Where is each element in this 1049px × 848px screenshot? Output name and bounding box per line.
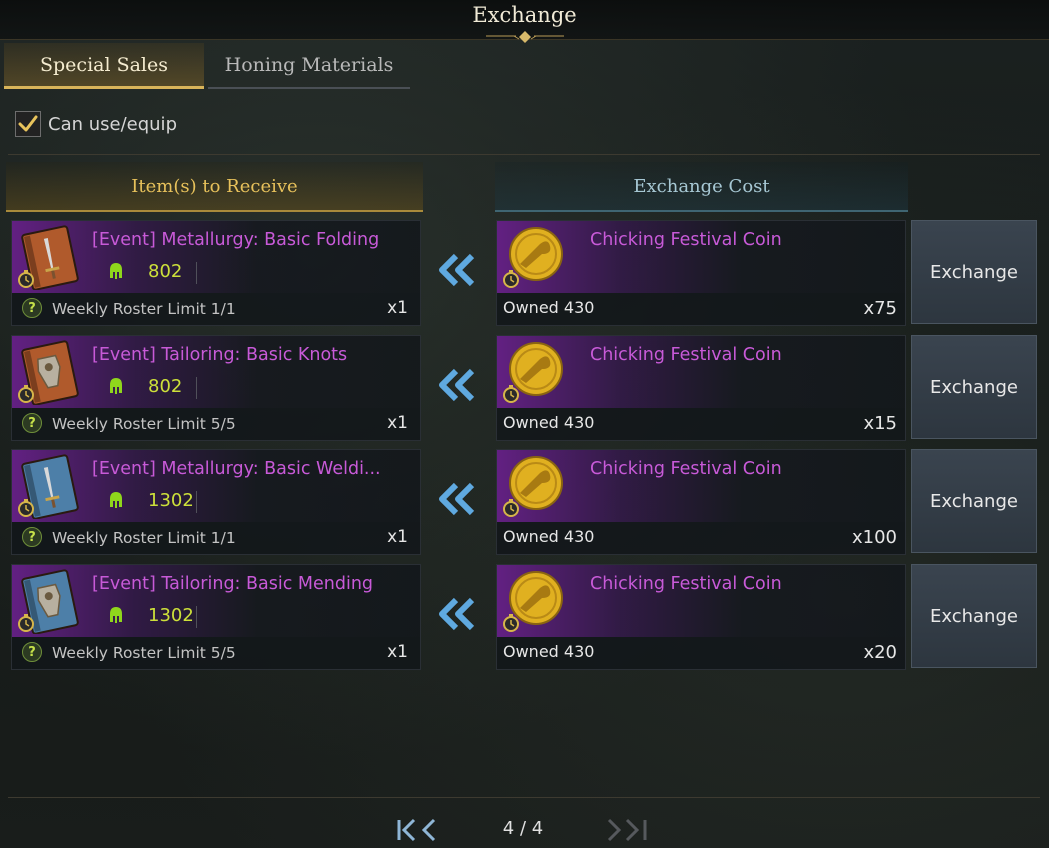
book-armor-icon [15, 568, 81, 635]
receive-quantity: x1 [387, 298, 408, 318]
cost-quantity: x100 [851, 527, 897, 548]
item-level: 802 [148, 376, 183, 397]
receive-quantity: x1 [387, 413, 408, 433]
divider [196, 262, 197, 284]
divider [196, 377, 197, 399]
currency-name: Chicking Festival Coin [590, 574, 782, 594]
item-level-icon [106, 490, 126, 510]
can-use-checkbox[interactable] [15, 111, 41, 137]
checkmark-icon [18, 115, 38, 132]
roster-limit: Weekly Roster Limit 5/5 [52, 415, 236, 433]
book-armor-icon [15, 339, 81, 406]
last-page-icon[interactable] [605, 815, 651, 845]
cost-quantity: x15 [863, 413, 897, 434]
item-level-icon [106, 376, 126, 396]
cost-item-card[interactable]: Chicking Festival Coin Owned 430 x15 [496, 335, 906, 441]
book-sword-icon [15, 224, 81, 291]
gold-coin-icon [500, 224, 566, 290]
cost-quantity: x75 [863, 298, 897, 319]
cost-item-card[interactable]: Chicking Festival Coin Owned 430 x100 [496, 449, 906, 555]
double-chevron-left-icon [436, 367, 478, 403]
receive-quantity: x1 [387, 642, 408, 662]
item-name: [Event] Tailoring: Basic Knots [92, 345, 348, 365]
exchange-row: [Event] Tailoring: Basic Knots 802? Weekly… [0, 335, 1049, 441]
page-indicator: 4 / 4 [502, 818, 544, 839]
gold-coin-icon [500, 339, 566, 405]
tab-honing-materials[interactable]: Honing Materials [208, 43, 410, 89]
receive-item-card[interactable]: [Event] Metallurgy: Basic Folding 802? Wee… [11, 220, 421, 326]
item-level-icon [106, 261, 126, 281]
divider [196, 606, 197, 628]
first-page-icon[interactable] [396, 815, 440, 845]
book-sword-icon [15, 453, 81, 520]
cost-item-card[interactable]: Chicking Festival Coin Owned 430 x20 [496, 564, 906, 670]
can-use-label: Can use/equip [48, 113, 177, 135]
tab-special-sales[interactable]: Special Sales [4, 43, 204, 89]
roster-limit: Weekly Roster Limit 5/5 [52, 644, 236, 662]
can-use-filter[interactable]: Can use/equip [15, 111, 177, 137]
tab-special-sales-label: Special Sales [40, 53, 168, 76]
receive-quantity: x1 [387, 527, 408, 547]
owned-count: Owned 430 [503, 527, 595, 546]
help-icon[interactable]: ? [22, 298, 42, 318]
divider [8, 154, 1040, 155]
item-name: [Event] Tailoring: Basic Mending [92, 574, 374, 594]
gold-coin-icon [500, 453, 566, 519]
double-chevron-left-icon [436, 252, 478, 288]
item-level: 1302 [148, 490, 194, 511]
title-bar: Exchange [0, 0, 1049, 43]
divider [8, 797, 1040, 798]
exchange-row: [Event] Metallurgy: Basic Folding 802? Wee… [0, 220, 1049, 326]
item-level: 1302 [148, 605, 194, 626]
double-chevron-left-icon [436, 481, 478, 517]
cost-header: Exchange Cost [495, 162, 908, 212]
help-icon[interactable]: ? [22, 642, 42, 662]
currency-name: Chicking Festival Coin [590, 459, 782, 479]
owned-count: Owned 430 [503, 642, 595, 661]
roster-limit: Weekly Roster Limit 1/1 [52, 529, 236, 547]
item-name: [Event] Metallurgy: Basic Weldi... [92, 459, 381, 479]
receive-item-card[interactable]: [Event] Tailoring: Basic Mending 1302? Wee… [11, 564, 421, 670]
exchange-button[interactable]: Exchange [911, 220, 1037, 324]
exchange-button[interactable]: Exchange [911, 335, 1037, 439]
window-title: Exchange [472, 3, 577, 27]
title-ornament-icon [486, 31, 564, 43]
exchange-row: [Event] Metallurgy: Basic Weldi... 1302? W… [0, 449, 1049, 555]
divider [196, 491, 197, 513]
cost-quantity: x20 [863, 642, 897, 663]
roster-limit: Weekly Roster Limit 1/1 [52, 300, 236, 318]
exchange-button[interactable]: Exchange [911, 449, 1037, 553]
receive-item-card[interactable]: [Event] Tailoring: Basic Knots 802? Weekly… [11, 335, 421, 441]
receive-item-card[interactable]: [Event] Metallurgy: Basic Weldi... 1302? W… [11, 449, 421, 555]
currency-name: Chicking Festival Coin [590, 345, 782, 365]
receive-header: Item(s) to Receive [6, 162, 423, 212]
owned-count: Owned 430 [503, 413, 595, 432]
exchange-row: [Event] Tailoring: Basic Mending 1302? Wee… [0, 564, 1049, 670]
item-level: 802 [148, 261, 183, 282]
item-level-icon [106, 605, 126, 625]
double-chevron-left-icon [436, 596, 478, 632]
help-icon[interactable]: ? [22, 413, 42, 433]
currency-name: Chicking Festival Coin [590, 230, 782, 250]
exchange-button[interactable]: Exchange [911, 564, 1037, 668]
owned-count: Owned 430 [503, 298, 595, 317]
cost-item-card[interactable]: Chicking Festival Coin Owned 430 x75 [496, 220, 906, 326]
help-icon[interactable]: ? [22, 527, 42, 547]
tab-honing-materials-label: Honing Materials [224, 54, 394, 76]
item-name: [Event] Metallurgy: Basic Folding [92, 230, 380, 250]
gold-coin-icon [500, 568, 566, 634]
